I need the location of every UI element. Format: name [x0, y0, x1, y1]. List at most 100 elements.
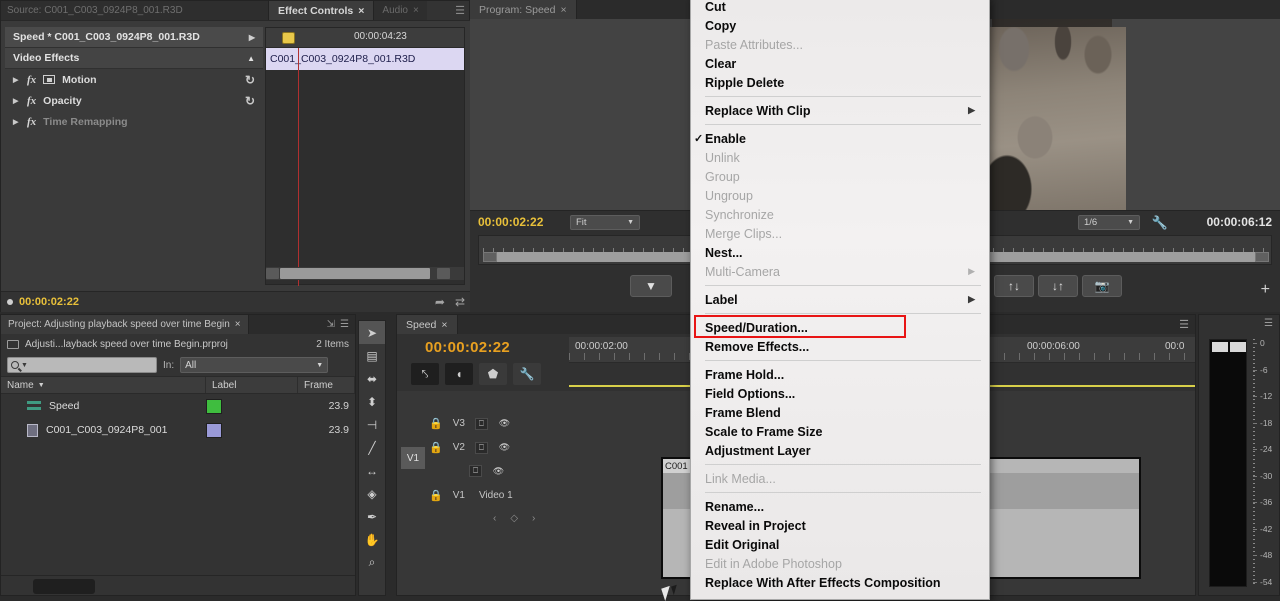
- ec-horizontal-scrollbar[interactable]: [266, 267, 464, 280]
- panel-menu-icon[interactable]: ☰: [1264, 318, 1273, 329]
- export-frame-button[interactable]: 📷: [1082, 275, 1122, 297]
- menu-item-replace-with-after-effects-composition[interactable]: Replace With After Effects Composition: [691, 573, 989, 592]
- menu-item-adjustment-layer[interactable]: Adjustment Layer: [691, 441, 989, 460]
- playhead[interactable]: [298, 48, 299, 286]
- table-row[interactable]: Speed 23.9: [1, 394, 355, 418]
- close-icon[interactable]: ×: [358, 5, 364, 17]
- snap-toggle[interactable]: ⤣: [411, 363, 439, 385]
- pen-tool[interactable]: ✒: [359, 505, 385, 528]
- extract-button[interactable]: ↓↑: [1038, 275, 1078, 297]
- add-marker-button[interactable]: ⬟: [479, 363, 507, 385]
- sync-lock-icon[interactable]: ⎕: [474, 441, 488, 454]
- tab-audio-clip-mixer[interactable]: Audio ×: [374, 1, 427, 20]
- menu-item-nest[interactable]: Nest...: [691, 243, 989, 262]
- tab-effect-controls[interactable]: Effect Controls ×: [269, 1, 375, 20]
- chevron-up-icon[interactable]: ▲: [247, 54, 255, 63]
- close-icon[interactable]: ×: [413, 5, 419, 16]
- tab-project[interactable]: Project: Adjusting playback speed over t…: [1, 315, 249, 334]
- eye-icon[interactable]: 👁: [498, 442, 511, 454]
- playback-resolution-dropdown[interactable]: 1/6 ▼: [1078, 215, 1140, 230]
- clip-context-menu[interactable]: Cut Copy Paste Attributes... Clear Ripple De…: [690, 0, 990, 600]
- panel-resize-icon[interactable]: ⇲: [327, 319, 335, 330]
- effect-controls-ruler[interactable]: 00:00:04:23: [266, 28, 464, 48]
- lock-icon[interactable]: 🔒: [429, 489, 443, 502]
- lock-icon[interactable]: 🔒: [429, 417, 443, 430]
- menu-item-cut[interactable]: Cut: [691, 0, 989, 16]
- source-track-indicator-v1[interactable]: V1: [401, 447, 425, 469]
- chevron-down-icon[interactable]: ▼: [21, 362, 28, 369]
- chevron-right-icon[interactable]: ▶: [13, 118, 20, 126]
- column-header-frame[interactable]: Frame: [298, 377, 355, 393]
- tab-sequence-speed[interactable]: Speed ×: [397, 315, 458, 334]
- reset-icon[interactable]: ↻: [245, 73, 255, 87]
- column-header-name[interactable]: Name ▼: [1, 377, 206, 393]
- zoom-handle-left[interactable]: [483, 252, 497, 262]
- razor-tool[interactable]: ╱: [359, 436, 385, 459]
- tab-source-monitor[interactable]: Source: C001_C003_0924P8_001.R3D: [1, 1, 269, 20]
- prev-keyframe-icon[interactable]: ‹: [493, 513, 496, 524]
- track-visibility-row-v1[interactable]: ⎕ 👁: [469, 465, 505, 477]
- menu-item-enable[interactable]: ✓ Enable: [691, 129, 989, 148]
- video-effects-section[interactable]: Video Effects ▲: [5, 48, 263, 69]
- wrench-icon[interactable]: 🔧: [1152, 215, 1168, 231]
- filter-dropdown[interactable]: All ▼: [180, 357, 329, 373]
- zoom-tool[interactable]: ⌕: [359, 551, 385, 574]
- ec-footer-timecode[interactable]: 00:00:02:22: [19, 296, 79, 308]
- menu-item-clear[interactable]: Clear: [691, 54, 989, 73]
- program-duration-timecode[interactable]: 00:00:06:12: [1207, 215, 1272, 229]
- loop-playback-icon[interactable]: ⇄: [455, 295, 465, 309]
- label-color-swatch[interactable]: [206, 422, 222, 438]
- slide-tool[interactable]: ◈: [359, 482, 385, 505]
- track-select-tool[interactable]: ▤: [359, 344, 385, 367]
- search-input[interactable]: ▼: [7, 357, 157, 373]
- timeline-playhead-timecode[interactable]: 00:00:02:22: [425, 339, 510, 356]
- panel-menu-icon[interactable]: ☰: [455, 1, 471, 20]
- program-current-timecode[interactable]: 00:00:02:22: [478, 215, 543, 229]
- label-color-swatch[interactable]: [206, 398, 222, 414]
- menu-item-copy[interactable]: Copy: [691, 16, 989, 35]
- menu-item-label[interactable]: Label ▶: [691, 290, 989, 309]
- close-icon[interactable]: ×: [441, 319, 447, 331]
- chevron-right-icon[interactable]: ▶: [13, 76, 20, 84]
- button-editor-plus-icon[interactable]: +: [1261, 281, 1270, 299]
- chevron-right-icon[interactable]: ▶: [13, 97, 20, 105]
- sync-lock-icon[interactable]: ⎕: [469, 465, 482, 477]
- menu-item-speed-duration[interactable]: Speed/Duration...: [691, 318, 989, 337]
- scroll-right-end[interactable]: [437, 268, 450, 279]
- panel-menu-icon[interactable]: ☰: [340, 319, 349, 330]
- effect-item-time-remapping[interactable]: ▶ fx Time Remapping: [5, 111, 263, 132]
- track-header-v3[interactable]: 🔒 V3 ⎕ 👁: [429, 417, 511, 430]
- chevron-right-icon[interactable]: ▶: [249, 33, 255, 42]
- close-icon[interactable]: ×: [235, 319, 241, 330]
- selection-tool[interactable]: ➤: [359, 321, 385, 344]
- eye-icon[interactable]: 👁: [492, 465, 505, 477]
- menu-item-reveal-in-project[interactable]: Reveal in Project: [691, 516, 989, 535]
- add-keyframe-icon[interactable]: ➦: [435, 295, 445, 309]
- new-bin-button[interactable]: [33, 579, 95, 594]
- menu-item-ripple-delete[interactable]: Ripple Delete: [691, 73, 989, 92]
- menu-item-scale-to-frame-size[interactable]: Scale to Frame Size: [691, 422, 989, 441]
- column-header-label[interactable]: Label: [206, 377, 298, 393]
- effect-controls-clip-header[interactable]: Speed * C001_C003_0924P8_001.R3D ▶: [5, 27, 263, 48]
- zoom-level-dropdown[interactable]: Fit ▼: [570, 215, 640, 230]
- ripple-edit-tool[interactable]: ⬌: [359, 367, 385, 390]
- scroll-thumb[interactable]: [280, 268, 430, 279]
- effect-controls-timeline[interactable]: 00:00:04:23 C001_C003_0924P8_001.R3D: [265, 27, 465, 286]
- ec-clip-bar[interactable]: C001_C003_0924P8_001.R3D: [266, 48, 464, 70]
- playpause-button[interactable]: ▼: [630, 275, 672, 297]
- linked-selection-toggle[interactable]: ◖: [445, 363, 473, 385]
- hand-tool[interactable]: ✋: [359, 528, 385, 551]
- close-icon[interactable]: ×: [560, 4, 566, 16]
- keyframe-marker-icon[interactable]: [282, 32, 295, 44]
- timeline-settings-button[interactable]: 🔧: [513, 363, 541, 385]
- menu-item-remove-effects[interactable]: Remove Effects...: [691, 337, 989, 356]
- rolling-edit-tool[interactable]: ⬍: [359, 390, 385, 413]
- eye-icon[interactable]: 👁: [498, 418, 511, 430]
- rate-stretch-tool[interactable]: ⊣: [359, 413, 385, 436]
- menu-item-rename[interactable]: Rename...: [691, 497, 989, 516]
- scroll-left-end[interactable]: [266, 268, 279, 279]
- slip-tool[interactable]: ↔: [359, 459, 385, 482]
- effect-item-opacity[interactable]: ▶ fx Opacity ↻: [5, 90, 263, 111]
- next-keyframe-icon[interactable]: ›: [532, 513, 535, 524]
- tab-program-monitor[interactable]: Program: Speed ×: [470, 0, 577, 19]
